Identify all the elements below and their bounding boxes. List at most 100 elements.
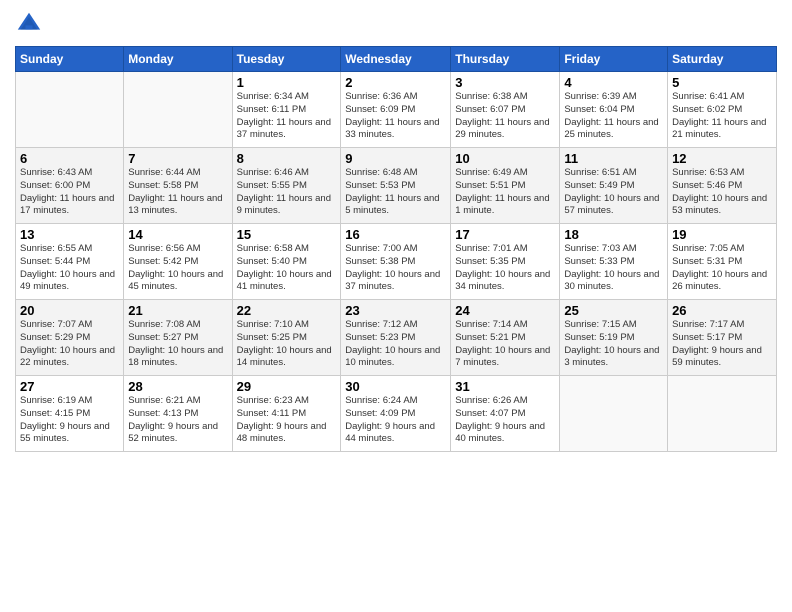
day-info: Sunrise: 7:07 AM Sunset: 5:29 PM Dayligh… <box>20 319 119 370</box>
header-day-friday: Friday <box>560 47 668 72</box>
calendar-cell: 14Sunrise: 6:56 AM Sunset: 5:42 PM Dayli… <box>124 224 232 300</box>
calendar-cell: 29Sunrise: 6:23 AM Sunset: 4:11 PM Dayli… <box>232 376 341 452</box>
day-number: 19 <box>672 227 772 242</box>
day-number: 14 <box>128 227 227 242</box>
day-info: Sunrise: 7:17 AM Sunset: 5:17 PM Dayligh… <box>672 319 772 370</box>
header-row: SundayMondayTuesdayWednesdayThursdayFrid… <box>16 47 777 72</box>
day-info: Sunrise: 7:15 AM Sunset: 5:19 PM Dayligh… <box>564 319 663 370</box>
week-row-2: 6Sunrise: 6:43 AM Sunset: 6:00 PM Daylig… <box>16 148 777 224</box>
day-info: Sunrise: 6:19 AM Sunset: 4:15 PM Dayligh… <box>20 395 119 446</box>
day-info: Sunrise: 6:23 AM Sunset: 4:11 PM Dayligh… <box>237 395 337 446</box>
calendar-cell: 3Sunrise: 6:38 AM Sunset: 6:07 PM Daylig… <box>451 72 560 148</box>
calendar-cell: 31Sunrise: 6:26 AM Sunset: 4:07 PM Dayli… <box>451 376 560 452</box>
day-info: Sunrise: 7:03 AM Sunset: 5:33 PM Dayligh… <box>564 243 663 294</box>
day-info: Sunrise: 7:01 AM Sunset: 5:35 PM Dayligh… <box>455 243 555 294</box>
calendar-cell: 25Sunrise: 7:15 AM Sunset: 5:19 PM Dayli… <box>560 300 668 376</box>
calendar-cell <box>668 376 777 452</box>
day-info: Sunrise: 6:38 AM Sunset: 6:07 PM Dayligh… <box>455 91 555 142</box>
day-number: 6 <box>20 151 119 166</box>
day-number: 2 <box>345 75 446 90</box>
calendar-cell: 19Sunrise: 7:05 AM Sunset: 5:31 PM Dayli… <box>668 224 777 300</box>
calendar-cell: 18Sunrise: 7:03 AM Sunset: 5:33 PM Dayli… <box>560 224 668 300</box>
day-info: Sunrise: 6:44 AM Sunset: 5:58 PM Dayligh… <box>128 167 227 218</box>
calendar-cell <box>124 72 232 148</box>
week-row-5: 27Sunrise: 6:19 AM Sunset: 4:15 PM Dayli… <box>16 376 777 452</box>
calendar-cell: 28Sunrise: 6:21 AM Sunset: 4:13 PM Dayli… <box>124 376 232 452</box>
day-info: Sunrise: 6:34 AM Sunset: 6:11 PM Dayligh… <box>237 91 337 142</box>
day-info: Sunrise: 6:51 AM Sunset: 5:49 PM Dayligh… <box>564 167 663 218</box>
day-info: Sunrise: 7:14 AM Sunset: 5:21 PM Dayligh… <box>455 319 555 370</box>
calendar-cell: 8Sunrise: 6:46 AM Sunset: 5:55 PM Daylig… <box>232 148 341 224</box>
calendar-cell: 2Sunrise: 6:36 AM Sunset: 6:09 PM Daylig… <box>341 72 451 148</box>
calendar-cell: 30Sunrise: 6:24 AM Sunset: 4:09 PM Dayli… <box>341 376 451 452</box>
day-number: 24 <box>455 303 555 318</box>
day-number: 13 <box>20 227 119 242</box>
day-info: Sunrise: 6:49 AM Sunset: 5:51 PM Dayligh… <box>455 167 555 218</box>
calendar-cell: 21Sunrise: 7:08 AM Sunset: 5:27 PM Dayli… <box>124 300 232 376</box>
day-info: Sunrise: 6:53 AM Sunset: 5:46 PM Dayligh… <box>672 167 772 218</box>
day-number: 8 <box>237 151 337 166</box>
day-info: Sunrise: 6:24 AM Sunset: 4:09 PM Dayligh… <box>345 395 446 446</box>
day-number: 30 <box>345 379 446 394</box>
calendar-cell: 15Sunrise: 6:58 AM Sunset: 5:40 PM Dayli… <box>232 224 341 300</box>
day-info: Sunrise: 6:43 AM Sunset: 6:00 PM Dayligh… <box>20 167 119 218</box>
day-number: 26 <box>672 303 772 318</box>
day-number: 23 <box>345 303 446 318</box>
day-number: 17 <box>455 227 555 242</box>
calendar-cell: 24Sunrise: 7:14 AM Sunset: 5:21 PM Dayli… <box>451 300 560 376</box>
day-number: 1 <box>237 75 337 90</box>
day-number: 7 <box>128 151 227 166</box>
day-number: 10 <box>455 151 555 166</box>
day-number: 18 <box>564 227 663 242</box>
day-number: 22 <box>237 303 337 318</box>
header-day-sunday: Sunday <box>16 47 124 72</box>
logo <box>15 10 47 38</box>
day-number: 9 <box>345 151 446 166</box>
calendar-body: 1Sunrise: 6:34 AM Sunset: 6:11 PM Daylig… <box>16 72 777 452</box>
day-info: Sunrise: 6:58 AM Sunset: 5:40 PM Dayligh… <box>237 243 337 294</box>
day-number: 31 <box>455 379 555 394</box>
calendar-cell: 23Sunrise: 7:12 AM Sunset: 5:23 PM Dayli… <box>341 300 451 376</box>
calendar-cell: 1Sunrise: 6:34 AM Sunset: 6:11 PM Daylig… <box>232 72 341 148</box>
day-info: Sunrise: 7:00 AM Sunset: 5:38 PM Dayligh… <box>345 243 446 294</box>
calendar-cell: 26Sunrise: 7:17 AM Sunset: 5:17 PM Dayli… <box>668 300 777 376</box>
day-info: Sunrise: 6:48 AM Sunset: 5:53 PM Dayligh… <box>345 167 446 218</box>
day-info: Sunrise: 6:26 AM Sunset: 4:07 PM Dayligh… <box>455 395 555 446</box>
header <box>15 10 777 38</box>
calendar-cell: 5Sunrise: 6:41 AM Sunset: 6:02 PM Daylig… <box>668 72 777 148</box>
calendar-cell: 10Sunrise: 6:49 AM Sunset: 5:51 PM Dayli… <box>451 148 560 224</box>
day-info: Sunrise: 6:39 AM Sunset: 6:04 PM Dayligh… <box>564 91 663 142</box>
calendar-cell: 9Sunrise: 6:48 AM Sunset: 5:53 PM Daylig… <box>341 148 451 224</box>
calendar-cell: 17Sunrise: 7:01 AM Sunset: 5:35 PM Dayli… <box>451 224 560 300</box>
day-info: Sunrise: 7:10 AM Sunset: 5:25 PM Dayligh… <box>237 319 337 370</box>
day-number: 16 <box>345 227 446 242</box>
day-info: Sunrise: 7:05 AM Sunset: 5:31 PM Dayligh… <box>672 243 772 294</box>
calendar-cell: 27Sunrise: 6:19 AM Sunset: 4:15 PM Dayli… <box>16 376 124 452</box>
day-number: 27 <box>20 379 119 394</box>
day-number: 29 <box>237 379 337 394</box>
day-info: Sunrise: 6:56 AM Sunset: 5:42 PM Dayligh… <box>128 243 227 294</box>
logo-icon <box>15 10 43 38</box>
header-day-thursday: Thursday <box>451 47 560 72</box>
calendar-cell: 11Sunrise: 6:51 AM Sunset: 5:49 PM Dayli… <box>560 148 668 224</box>
day-number: 3 <box>455 75 555 90</box>
calendar-cell: 7Sunrise: 6:44 AM Sunset: 5:58 PM Daylig… <box>124 148 232 224</box>
day-info: Sunrise: 6:46 AM Sunset: 5:55 PM Dayligh… <box>237 167 337 218</box>
day-info: Sunrise: 7:08 AM Sunset: 5:27 PM Dayligh… <box>128 319 227 370</box>
header-day-wednesday: Wednesday <box>341 47 451 72</box>
day-number: 20 <box>20 303 119 318</box>
day-number: 12 <box>672 151 772 166</box>
day-number: 21 <box>128 303 227 318</box>
calendar-table: SundayMondayTuesdayWednesdayThursdayFrid… <box>15 46 777 452</box>
calendar-header: SundayMondayTuesdayWednesdayThursdayFrid… <box>16 47 777 72</box>
week-row-4: 20Sunrise: 7:07 AM Sunset: 5:29 PM Dayli… <box>16 300 777 376</box>
calendar-cell: 13Sunrise: 6:55 AM Sunset: 5:44 PM Dayli… <box>16 224 124 300</box>
calendar-page: SundayMondayTuesdayWednesdayThursdayFrid… <box>0 0 792 462</box>
day-info: Sunrise: 6:21 AM Sunset: 4:13 PM Dayligh… <box>128 395 227 446</box>
calendar-cell: 12Sunrise: 6:53 AM Sunset: 5:46 PM Dayli… <box>668 148 777 224</box>
day-info: Sunrise: 6:36 AM Sunset: 6:09 PM Dayligh… <box>345 91 446 142</box>
day-number: 25 <box>564 303 663 318</box>
day-info: Sunrise: 7:12 AM Sunset: 5:23 PM Dayligh… <box>345 319 446 370</box>
day-number: 4 <box>564 75 663 90</box>
header-day-saturday: Saturday <box>668 47 777 72</box>
